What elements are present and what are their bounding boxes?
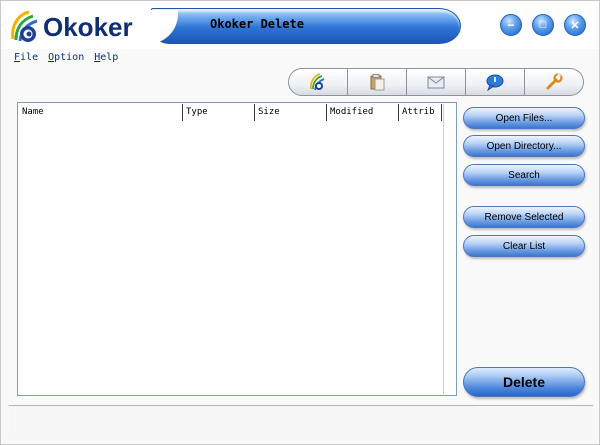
tab-email[interactable] bbox=[407, 68, 466, 96]
chat-bubble-icon bbox=[486, 74, 504, 91]
column-header-name[interactable]: Name bbox=[19, 104, 183, 121]
column-header-modified[interactable]: Modified bbox=[327, 104, 399, 121]
wrench-icon bbox=[546, 73, 563, 90]
file-list-header: Name Type Size Modified Attrib bbox=[19, 104, 442, 121]
remove-selected-button[interactable]: Remove Selected bbox=[463, 206, 585, 228]
menu-bar: File Option Help bbox=[14, 52, 118, 66]
clear-list-button[interactable]: Clear List bbox=[463, 235, 585, 257]
open-files-button[interactable]: Open Files... bbox=[463, 107, 585, 129]
close-icon: ✕ bbox=[570, 19, 580, 32]
menu-help[interactable]: Help bbox=[94, 52, 118, 66]
minimize-icon: − bbox=[507, 18, 515, 32]
maximize-icon: □ bbox=[539, 19, 547, 31]
delete-button[interactable]: Delete bbox=[463, 367, 585, 397]
app-logo: Okoker bbox=[7, 9, 157, 45]
email-icon bbox=[427, 76, 445, 89]
tab-home[interactable] bbox=[288, 68, 348, 96]
okoker-logo-icon bbox=[11, 10, 38, 42]
maximize-button[interactable]: □ bbox=[532, 14, 554, 36]
tab-clipboard[interactable] bbox=[348, 68, 407, 96]
clipboard-icon bbox=[370, 74, 385, 91]
window-title: Okoker Delete bbox=[210, 17, 304, 31]
logo-text: Okoker bbox=[43, 11, 133, 42]
file-list-scrollbar[interactable] bbox=[443, 104, 455, 394]
status-bar bbox=[9, 405, 593, 439]
file-list[interactable]: Name Type Size Modified Attrib bbox=[17, 102, 457, 396]
column-header-size[interactable]: Size bbox=[255, 104, 327, 121]
title-bar[interactable]: Okoker Delete bbox=[148, 8, 461, 44]
header: Okoker Okoker Delete − □ ✕ bbox=[1, 1, 599, 49]
column-header-type[interactable]: Type bbox=[183, 104, 255, 121]
tab-tools[interactable] bbox=[525, 68, 584, 96]
menu-file[interactable]: File bbox=[14, 52, 38, 66]
column-header-attrib[interactable]: Attrib bbox=[399, 104, 442, 121]
close-button[interactable]: ✕ bbox=[564, 14, 586, 36]
toolbar-tabs bbox=[288, 68, 584, 96]
app-window: Okoker Okoker Delete − □ ✕ File Option H… bbox=[0, 0, 600, 445]
logo-icon bbox=[309, 73, 325, 91]
minimize-button[interactable]: − bbox=[500, 14, 522, 36]
open-directory-button[interactable]: Open Directory... bbox=[463, 135, 585, 157]
tab-chat[interactable] bbox=[466, 68, 525, 96]
menu-option[interactable]: Option bbox=[48, 52, 84, 66]
search-button[interactable]: Search bbox=[463, 164, 585, 186]
